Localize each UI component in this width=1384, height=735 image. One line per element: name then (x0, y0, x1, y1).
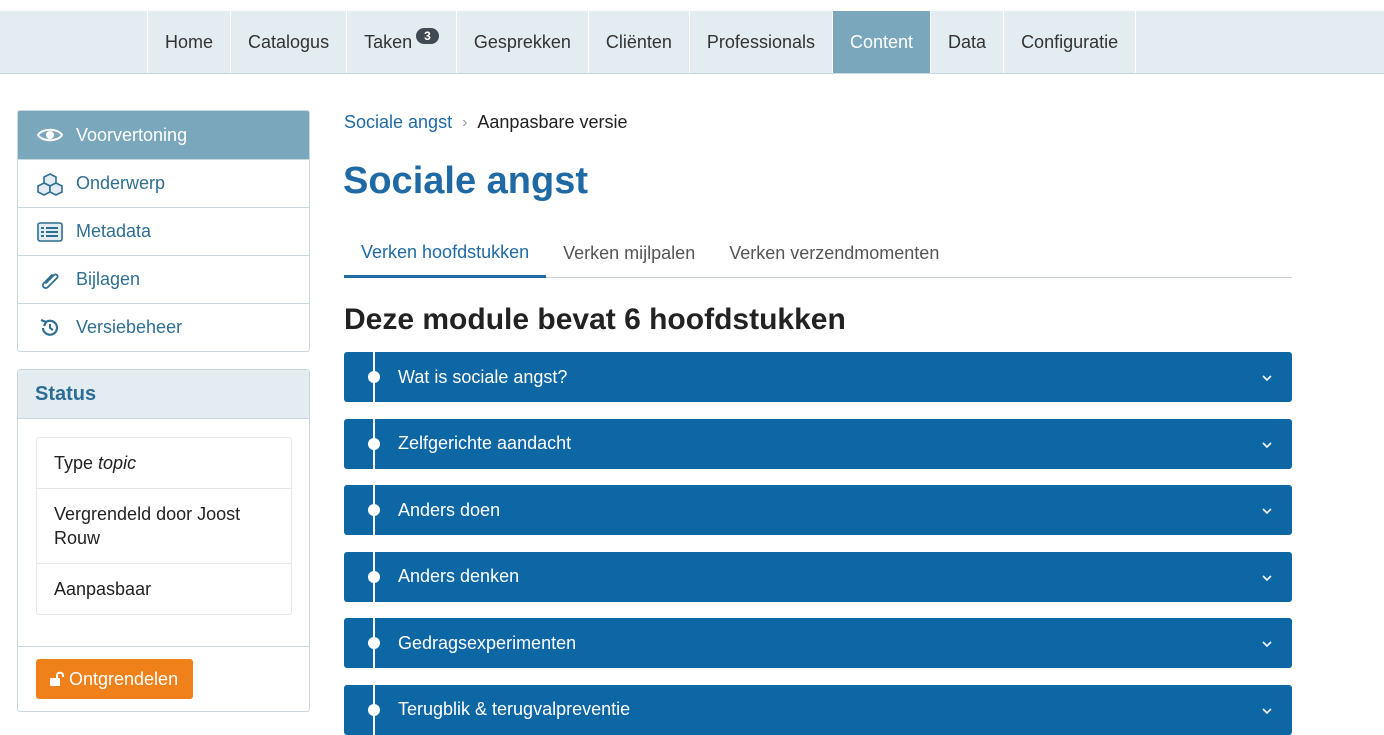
paperclip-icon (36, 268, 64, 292)
chapter-item[interactable]: Terugblik & terugvalpreventie (344, 684, 1292, 735)
timeline-dot-icon (368, 637, 380, 649)
chevron-down-icon (1262, 441, 1272, 448)
tab-bar: Verken hoofdstukken Verken mijlpalen Ver… (344, 229, 1292, 278)
section-title: Deze module bevat 6 hoofdstukken (344, 303, 846, 336)
sidebar-item-label: Metadata (76, 221, 152, 241)
status-locked-by: Vergrendeld door Joost Rouw (37, 488, 291, 563)
chevron-down-icon (1262, 707, 1272, 714)
chapter-title: Terugblik & terugvalpreventie (398, 699, 631, 719)
sidebar-item-metadata[interactable]: Metadata (18, 207, 309, 255)
nav-item-label: Taken (364, 31, 413, 52)
breadcrumb-current: Aanpasbare versie (477, 112, 628, 132)
chapter-title: Anders denken (398, 566, 520, 586)
nav-item-home[interactable]: Home (147, 11, 230, 73)
timeline-dot-icon (368, 437, 380, 450)
timeline-dot-icon (368, 371, 380, 383)
status-type: Type topic (37, 438, 291, 488)
chevron-down-icon (1262, 574, 1272, 581)
status-panel: Status Type topic Vergrendeld door Joost… (17, 369, 310, 712)
sidebar-item-voorvertoning[interactable]: Voorvertoning (18, 111, 309, 159)
chevron-right-icon: › (462, 113, 468, 131)
unlock-button[interactable]: Ontgrendelen (36, 659, 194, 699)
breadcrumb-link-parent[interactable]: Sociale angst (344, 112, 452, 133)
chapter-item[interactable]: Anders doen (344, 485, 1292, 535)
status-title: Status (18, 370, 309, 419)
tab-verken-mijlpalen[interactable]: Verken mijlpalen (546, 229, 712, 277)
nav-item-clienten[interactable]: Cliënten (587, 11, 689, 73)
tab-verken-hoofdstukken[interactable]: Verken hoofdstukken (344, 229, 547, 278)
sidebar-item-label: Voorvertoning (76, 124, 188, 145)
tasks-count-badge: 3 (416, 28, 439, 44)
nav-item-catalogus[interactable]: Catalogus (230, 11, 346, 73)
chapter-title: Gedragsexperimenten (398, 632, 577, 653)
list-alt-icon (36, 220, 64, 244)
status-type-prefix: Type (54, 453, 94, 473)
status-type-value: topic (98, 453, 137, 473)
nav-item-taken[interactable]: Taken 3 (346, 11, 456, 73)
status-editable: Aanpasbaar (37, 563, 291, 614)
page-title: Sociale angst (343, 160, 588, 202)
nav-item-label: Professionals (706, 31, 815, 52)
nav-item-label: Content (849, 31, 914, 52)
sidebar-item-onderwerp[interactable]: Onderwerp (18, 159, 309, 207)
chevron-down-icon (1262, 641, 1272, 648)
chapter-title: Wat is sociale angst? (398, 366, 568, 387)
chevron-down-icon (1262, 375, 1272, 382)
unlock-icon (50, 671, 64, 686)
sidebar-item-label: Bijlagen (76, 269, 141, 289)
chapter-list: Wat is sociale angst? Zelfgerichte aanda… (344, 352, 1292, 735)
timeline-dot-icon (368, 504, 380, 516)
sidebar-item-versiebeheer[interactable]: Versiebeheer (18, 303, 309, 351)
chapter-item[interactable]: Gedragsexperimenten (344, 618, 1292, 668)
nav-item-label: Configuratie (1021, 31, 1119, 52)
sidebar-item-bijlagen[interactable]: Bijlagen (18, 255, 309, 303)
nav-item-label: Cliënten (605, 31, 672, 52)
nav-item-label: Gesprekken (473, 31, 571, 52)
chapter-title: Anders doen (398, 499, 501, 520)
unlock-button-label: Ontgrendelen (69, 668, 179, 689)
timeline-dot-icon (368, 570, 380, 583)
tab-verken-verzendmomenten[interactable]: Verken verzendmomenten (712, 229, 956, 277)
sidebar-item-label: Onderwerp (76, 173, 166, 193)
breadcrumb: Sociale angst › Aanpasbare versie (344, 112, 628, 133)
nav-item-label: Home (165, 31, 214, 52)
top-nav-list: Home Catalogus Taken 3 Gesprekken Cliënte… (147, 11, 1137, 73)
sidebar-menu: Voorvertoning Onderwerp Metadata Bijlage… (17, 110, 310, 352)
chapter-title: Zelfgerichte aandacht (398, 433, 572, 453)
cubes-icon (36, 172, 64, 196)
nav-item-gesprekken[interactable]: Gesprekken (455, 11, 588, 73)
chapter-item[interactable]: Zelfgerichte aandacht (344, 418, 1292, 469)
nav-item-data[interactable]: Data (930, 11, 1003, 73)
nav-item-label: Catalogus (248, 31, 330, 52)
nav-item-label: Data (948, 31, 987, 52)
chevron-down-icon (1262, 508, 1272, 515)
sidebar-item-label: Versiebeheer (76, 317, 183, 337)
eye-icon (36, 123, 64, 147)
status-divider (18, 646, 309, 647)
chapter-item[interactable]: Anders denken (344, 551, 1292, 602)
nav-item-professionals[interactable]: Professionals (688, 11, 832, 73)
chapter-item[interactable]: Wat is sociale angst? (344, 352, 1292, 402)
top-navigation: Home Catalogus Taken 3 Gesprekken Cliënte… (0, 11, 1384, 74)
status-list: Type topic Vergrendeld door Joost Rouw A… (36, 437, 292, 615)
history-icon (36, 316, 64, 340)
nav-item-configuratie[interactable]: Configuratie (1003, 11, 1137, 73)
nav-item-content[interactable]: Content (831, 11, 931, 73)
timeline-dot-icon (368, 703, 380, 716)
